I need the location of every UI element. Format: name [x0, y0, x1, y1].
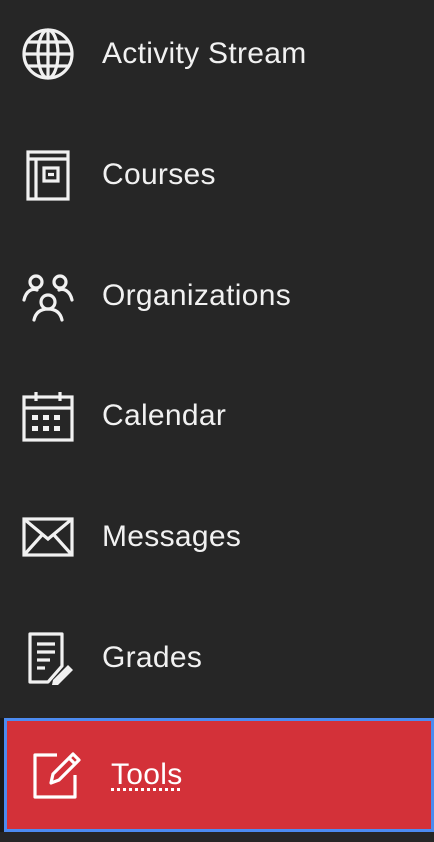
nav-bottom-edge	[0, 832, 434, 842]
nav-item-courses[interactable]: Courses	[0, 115, 434, 235]
nav-item-label: Grades	[102, 641, 203, 674]
nav-item-label: Courses	[102, 158, 216, 191]
nav-item-label: Activity Stream	[102, 37, 307, 70]
nav-item-label: Messages	[102, 520, 242, 553]
nav-item-calendar[interactable]: Calendar	[0, 356, 434, 476]
nav-item-grades[interactable]: Grades	[0, 598, 434, 718]
nav-item-label: Calendar	[102, 399, 227, 432]
edit-icon	[29, 747, 85, 803]
document-icon	[20, 630, 76, 686]
envelope-icon	[20, 509, 76, 565]
nav-item-tools[interactable]: Tools	[4, 718, 434, 832]
nav-item-label: Tools	[111, 758, 183, 791]
book-icon	[20, 147, 76, 203]
primary-navigation: Activity Stream Courses Organizations Ca…	[0, 0, 434, 842]
nav-item-label: Organizations	[102, 279, 291, 312]
nav-item-activity-stream[interactable]: Activity Stream	[0, 0, 434, 114]
calendar-icon	[20, 388, 76, 444]
globe-icon	[20, 26, 76, 82]
nav-item-messages[interactable]: Messages	[0, 477, 434, 597]
nav-item-organizations[interactable]: Organizations	[0, 236, 434, 356]
people-icon	[20, 268, 76, 324]
